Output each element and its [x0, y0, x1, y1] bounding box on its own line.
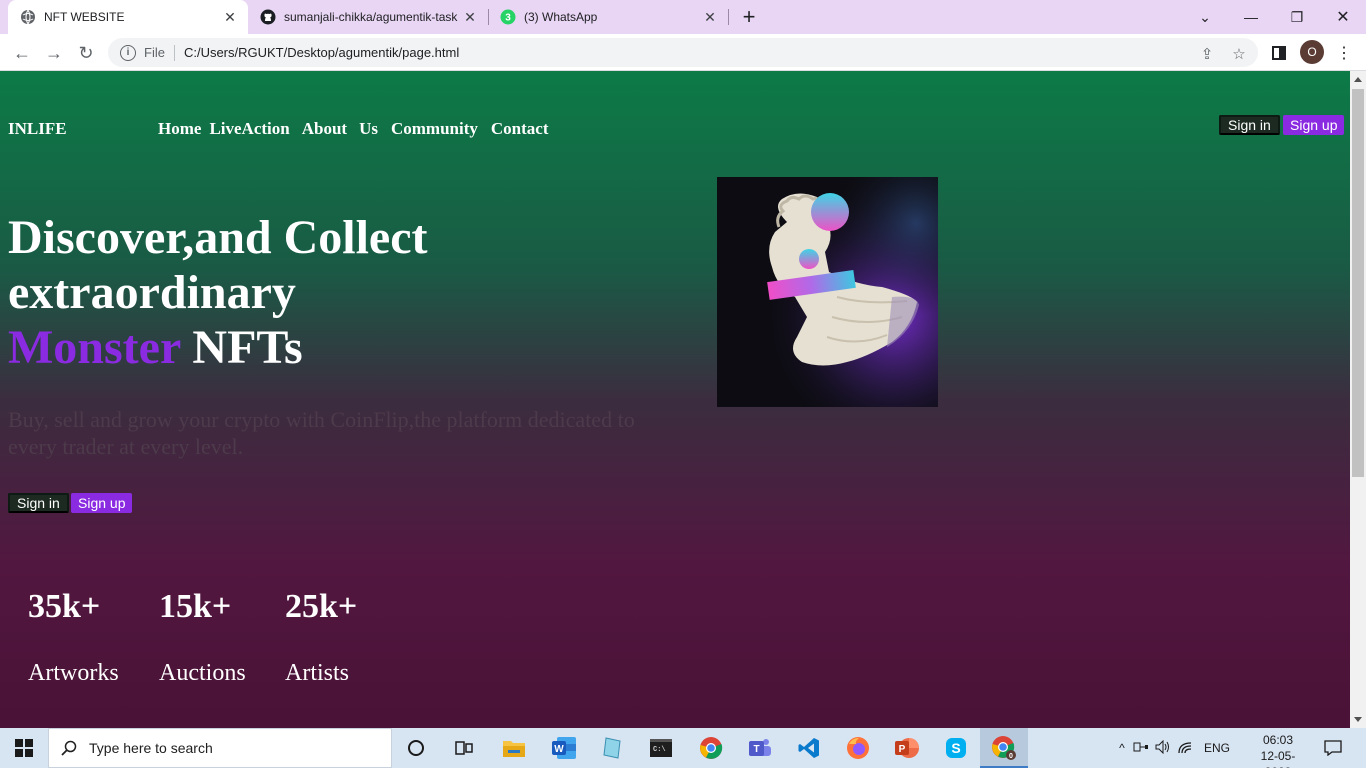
new-tab-button[interactable]: +: [736, 4, 762, 30]
tab-nft-website[interactable]: NFT WEBSITE ✕: [8, 0, 248, 34]
scrollbar-thumb[interactable]: [1352, 89, 1364, 477]
volume-icon[interactable]: [1152, 739, 1174, 757]
chrome-profile-badge: 0: [1009, 753, 1013, 760]
windows-taskbar: Type here to search W C:\ T P S 0 ^ ENG …: [0, 728, 1366, 768]
cta-signup-button[interactable]: Sign up: [71, 493, 133, 513]
tray-chevron-up-icon[interactable]: ^: [1114, 741, 1130, 755]
restore-button[interactable]: ❐: [1274, 0, 1320, 34]
nav-contact[interactable]: Contact: [491, 119, 549, 139]
scroll-up-arrow-icon[interactable]: [1354, 77, 1362, 82]
stat-auctions-label: Auctions: [159, 660, 246, 686]
minimize-button[interactable]: —: [1228, 0, 1274, 34]
omnibox-divider: [173, 44, 175, 61]
scroll-down-arrow-icon[interactable]: [1354, 717, 1362, 722]
nft-page: INLIFE Home LiveAction About Us Communit…: [0, 71, 1350, 728]
header-signup-button[interactable]: Sign up: [1283, 115, 1345, 135]
firefox-icon[interactable]: [842, 732, 874, 764]
stat-artists-value: 25k+: [285, 588, 358, 625]
bookmark-star-icon[interactable]: ☆: [1230, 45, 1248, 63]
whatsapp-badge: 3: [505, 13, 511, 24]
reload-icon[interactable]: ↻: [72, 39, 100, 67]
svg-text:W: W: [554, 744, 564, 755]
vscode-icon[interactable]: [793, 732, 825, 764]
hero-line-1: Discover,and Collect: [8, 211, 428, 264]
nft-statue-image: [717, 177, 938, 407]
site-logo[interactable]: INLIFE: [8, 119, 67, 139]
tab-title: sumanjali-chikka/agumentik-task: [284, 10, 458, 24]
side-panel-icon[interactable]: [1265, 39, 1293, 67]
language-indicator[interactable]: ENG: [1204, 741, 1230, 755]
hero-line-2: extraordinary: [8, 266, 296, 319]
url-scheme: File: [144, 45, 165, 60]
chrome-active-icon[interactable]: 0: [988, 732, 1020, 764]
powerpoint-icon[interactable]: P: [891, 732, 923, 764]
stat-artists-label: Artists: [285, 660, 350, 686]
clock-date: 12-05-2023: [1260, 749, 1296, 768]
nav-liveaction[interactable]: LiveAction: [209, 119, 289, 139]
skype-icon[interactable]: S: [940, 732, 972, 764]
taskbar-clock[interactable]: 06:03 12-05-2023: [1248, 732, 1308, 768]
file-explorer-icon[interactable]: [498, 732, 530, 764]
tab-github[interactable]: sumanjali-chikka/agumentik-task ✕: [248, 0, 488, 34]
main-nav: Home LiveAction About Us Community Conta…: [158, 119, 561, 139]
task-view-icon[interactable]: [448, 732, 480, 764]
hero-accent: Monster: [8, 321, 181, 374]
close-icon[interactable]: ✕: [462, 9, 478, 25]
address-toolbar: ← → ↻ i File C:/Users/RGUKT/Desktop/agum…: [0, 34, 1366, 71]
search-icon: [61, 740, 77, 756]
svg-text:P: P: [899, 744, 906, 755]
svg-text:T: T: [753, 744, 759, 755]
windows-start-icon[interactable]: [0, 728, 48, 768]
tab-title: NFT WEBSITE: [44, 10, 125, 24]
svg-text:S: S: [951, 740, 960, 756]
hero-heading: Discover,and Collect extraordinary Monst…: [8, 210, 708, 375]
close-icon[interactable]: ✕: [222, 9, 238, 25]
tab-divider: [728, 9, 729, 25]
tab-strip: NFT WEBSITE ✕ sumanjali-chikka/agumentik…: [0, 0, 1366, 34]
hero-tail: NFTs: [192, 321, 303, 374]
header-signin-button[interactable]: Sign in: [1219, 115, 1280, 135]
page-scrollbar[interactable]: [1350, 71, 1366, 728]
url-text[interactable]: C:/Users/RGUKT/Desktop/agumentik/page.ht…: [184, 45, 459, 60]
whatsapp-icon: 3: [500, 9, 516, 25]
info-icon[interactable]: i: [120, 44, 136, 61]
nav-us[interactable]: Us: [359, 119, 378, 139]
cta-signin-button[interactable]: Sign in: [8, 493, 69, 513]
globe-icon: [20, 9, 36, 25]
github-icon: [260, 9, 276, 25]
svg-text:C:\: C:\: [653, 746, 666, 754]
hero-description: Buy, sell and grow your crypto with Coin…: [8, 407, 635, 459]
profile-avatar[interactable]: O: [1300, 40, 1324, 64]
nav-about[interactable]: About: [302, 119, 347, 139]
teams-icon[interactable]: T: [744, 732, 776, 764]
system-tray: ^ ENG: [1114, 728, 1230, 768]
forward-arrow-icon[interactable]: →: [40, 39, 68, 67]
terminal-icon[interactable]: C:\: [645, 732, 677, 764]
close-icon[interactable]: ✕: [702, 9, 718, 25]
stat-artworks-label: Artworks: [28, 660, 119, 686]
stat-artworks-value: 35k+: [28, 588, 101, 625]
notepad-icon[interactable]: [596, 732, 628, 764]
nav-community[interactable]: Community: [391, 119, 478, 139]
clock-time: 06:03: [1262, 733, 1294, 747]
address-bar[interactable]: i File C:/Users/RGUKT/Desktop/agumentik/…: [108, 38, 1258, 67]
network-icon[interactable]: [1130, 741, 1152, 756]
window-close-button[interactable]: ✕: [1320, 0, 1366, 34]
tab-whatsapp[interactable]: 3 (3) WhatsApp ✕: [488, 0, 728, 34]
cortana-icon[interactable]: [400, 732, 432, 764]
chrome-icon[interactable]: [695, 732, 727, 764]
taskbar-search-box[interactable]: Type here to search: [48, 728, 392, 768]
nav-home[interactable]: Home: [158, 119, 201, 139]
back-arrow-icon[interactable]: ←: [8, 39, 36, 67]
tab-search-chevron-icon[interactable]: ⌄: [1182, 0, 1228, 34]
notifications-icon[interactable]: [1318, 732, 1348, 764]
tab-title: (3) WhatsApp: [524, 10, 598, 24]
search-placeholder: Type here to search: [89, 740, 213, 756]
wifi-icon[interactable]: [1174, 740, 1196, 757]
stat-auctions-value: 15k+: [159, 588, 232, 625]
share-icon[interactable]: ⇪: [1198, 45, 1216, 63]
menu-kebab-icon[interactable]: ⋮: [1330, 39, 1358, 67]
word-icon[interactable]: W: [548, 732, 580, 764]
